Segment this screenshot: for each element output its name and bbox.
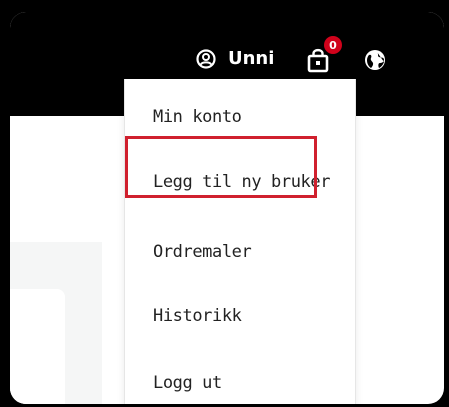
menu-item-ordremaler[interactable]: Ordremaler: [153, 242, 252, 262]
menu-item-logg-ut[interactable]: Logg ut: [153, 373, 222, 393]
background-card: [10, 289, 65, 404]
menu-item-legg-til-ny-bruker[interactable]: Legg til ny bruker: [153, 172, 330, 192]
app-window: Unni 0 Min konto Legg til ny bruker Ordr…: [10, 12, 444, 404]
user-name: Unni: [228, 48, 275, 69]
language-button[interactable]: [364, 49, 386, 71]
menu-item-min-konto[interactable]: Min konto: [153, 107, 242, 127]
cart-count-badge: 0: [324, 36, 342, 54]
user-account-button[interactable]: Unni: [196, 49, 274, 69]
globe-icon: [365, 50, 385, 70]
user-circle-icon: [196, 49, 216, 69]
account-dropdown-menu: Min konto Legg til ny bruker Ordremaler …: [124, 79, 356, 404]
menu-item-historikk[interactable]: Historikk: [153, 306, 242, 326]
